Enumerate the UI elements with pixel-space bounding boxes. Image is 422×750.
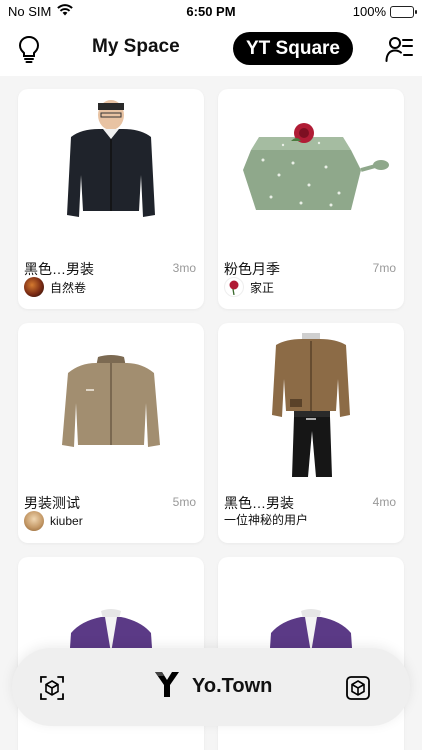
avatar [224,277,244,297]
card-title: 黑色…男装 [224,495,294,511]
box-scan-icon[interactable] [38,674,66,702]
product-image-black-jacket-man [18,89,204,251]
card-author[interactable]: 一位神秘的用户 [224,511,308,528]
feed-card[interactable]: 黑色…男装 3mo 自然卷 [18,89,204,309]
avatar [24,511,44,531]
brand-logo[interactable]: Yo.Town [154,670,272,703]
yotown-logo-icon [154,670,180,703]
card-time: 7mo [372,261,396,275]
brand-name: Yo.Town [192,675,273,697]
box-upload-icon[interactable] [344,674,372,702]
card-author[interactable]: kiuber [24,511,83,531]
status-bar: No SIM 6:50 PM 100% [0,0,422,24]
product-image-beige-jacket [18,323,204,485]
card-title: 黑色…男装 [24,261,94,277]
author-name: kiuber [50,514,83,528]
card-author[interactable]: 自然卷 [24,277,86,297]
card-author[interactable]: 家正 [224,277,274,297]
bottom-nav-bar: Yo.Town [12,648,410,726]
tab-my-space[interactable]: My Space [92,36,180,58]
feed-card[interactable]: 男装测试 5mo kiuber [18,323,204,543]
card-time: 4mo [372,495,396,509]
author-name: 一位神秘的用户 [224,513,309,527]
battery-percent: 100% [352,4,386,19]
product-image-brown-jacket-black-pants [218,323,404,485]
card-title: 粉色月季 [224,261,280,277]
product-image-rose-music-box [218,89,404,251]
avatar [24,277,44,297]
author-name: 家正 [250,280,275,295]
tab-yt-square[interactable]: YT Square [233,32,353,65]
feed-card[interactable]: 粉色月季 7mo 家正 [218,89,404,309]
card-title: 男装测试 [24,495,80,511]
battery-icon [390,5,417,18]
profile-list-icon[interactable] [384,34,414,64]
top-header: My Space YT Square [0,24,422,76]
author-name: 自然卷 [50,280,87,295]
status-right: 100% [352,4,417,19]
lightbulb-icon[interactable] [14,34,44,64]
feed-card[interactable]: 黑色…男装 4mo 一位神秘的用户 [218,323,404,543]
card-time: 5mo [172,495,196,509]
card-time: 3mo [172,261,196,275]
